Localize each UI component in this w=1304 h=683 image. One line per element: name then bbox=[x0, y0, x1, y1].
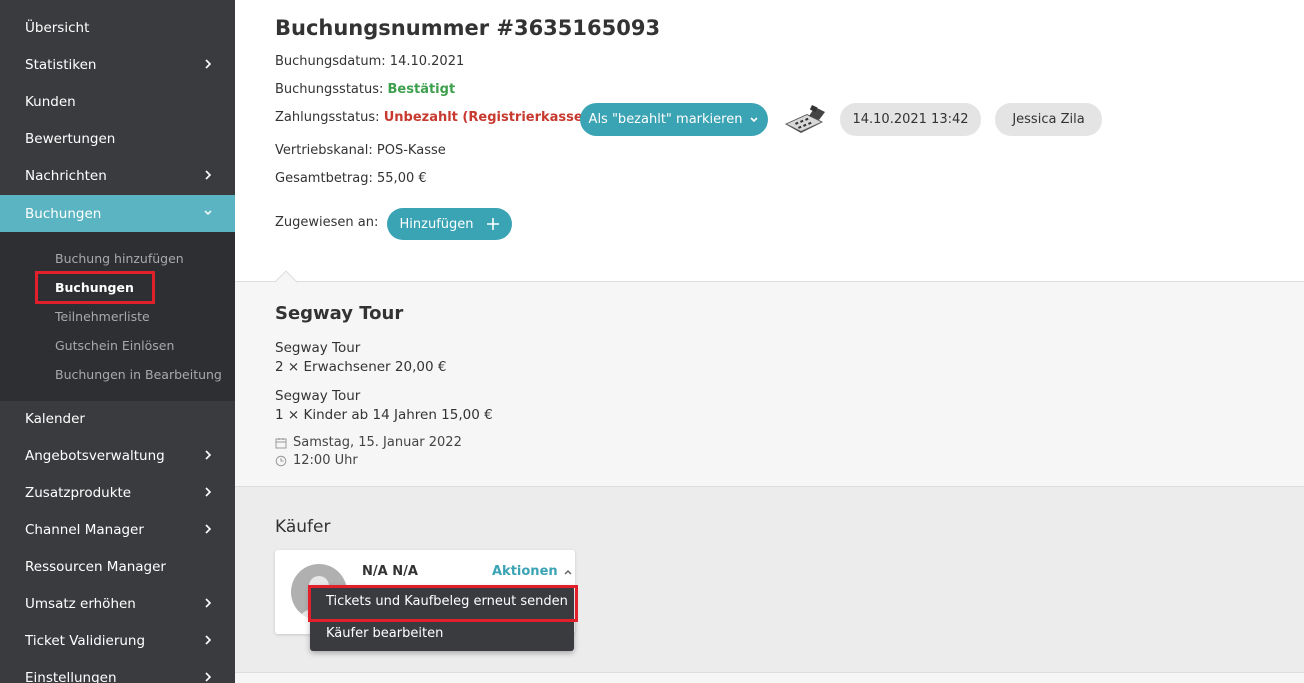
sidebar-item-channel-manager[interactable]: Channel Manager bbox=[0, 511, 235, 548]
tour-line-detail: 2 × Erwachsener 20,00 € bbox=[275, 359, 447, 375]
sales-channel: Vertriebskanal: POS-Kasse bbox=[275, 143, 446, 158]
tour-title: Segway Tour bbox=[275, 303, 404, 324]
payment-status-label: Zahlungsstatus: bbox=[275, 110, 380, 125]
total-amount-label: Gesamtbetrag: bbox=[275, 171, 373, 186]
buyer-name: N/A N/A bbox=[362, 564, 418, 579]
chevron-right-icon bbox=[201, 448, 215, 462]
user-badge: Jessica Zila bbox=[995, 103, 1102, 136]
tour-time-value: 12:00 Uhr bbox=[293, 453, 358, 468]
sidebar-submenu-buchungen: Buchung hinzufügen Buchungen Teilnehmerl… bbox=[0, 232, 235, 401]
tour-date: Samstag, 15. Januar 2022 bbox=[275, 435, 462, 450]
sidebar-item-label: Angebotsverwaltung bbox=[25, 447, 165, 464]
edit-buyer-menu-item[interactable]: Käufer bearbeiten bbox=[326, 626, 443, 641]
sidebar-item-label: Statistiken bbox=[25, 56, 97, 73]
sidebar-item-label: Bewertungen bbox=[25, 130, 116, 147]
payment-status-value: Unbezahlt (Registrierkasse) bbox=[383, 110, 589, 125]
chevron-right-icon bbox=[201, 670, 215, 683]
chevron-right-icon bbox=[201, 57, 215, 71]
main-content: Buchungsnummer #3635165093 Buchungsdatum… bbox=[235, 0, 1304, 683]
sidebar-item-label: Channel Manager bbox=[25, 521, 144, 538]
sidebar-item-ressourcen-manager[interactable]: Ressourcen Manager bbox=[0, 548, 235, 585]
sidebar-item-kalender[interactable]: Kalender bbox=[0, 400, 235, 437]
sidebar-item-buchungen[interactable]: Buchungen bbox=[0, 195, 235, 232]
payment-status: Zahlungsstatus: Unbezahlt (Registrierkas… bbox=[275, 110, 589, 125]
clock-icon bbox=[275, 455, 287, 467]
mark-paid-button[interactable]: Als "bezahlt" markieren bbox=[580, 103, 768, 136]
chevron-right-icon bbox=[201, 168, 215, 182]
divider bbox=[235, 486, 1304, 487]
tour-line-name: Segway Tour bbox=[275, 340, 361, 356]
sales-channel-value: POS-Kasse bbox=[376, 143, 446, 158]
sidebar: Übersicht Statistiken Kunden Bewertungen… bbox=[0, 0, 235, 683]
chevron-down-icon bbox=[749, 116, 759, 124]
sidebar-item-label: Nachrichten bbox=[25, 167, 107, 184]
submenu-item-buchung-hinzufuegen[interactable]: Buchung hinzufügen bbox=[55, 251, 184, 266]
sidebar-item-label: Ressourcen Manager bbox=[25, 558, 166, 575]
sidebar-item-ticket-validierung[interactable]: Ticket Validierung bbox=[0, 622, 235, 659]
total-amount-value: 55,00 € bbox=[377, 171, 427, 186]
sidebar-item-label: Umsatz erhöhen bbox=[25, 595, 136, 612]
next-section bbox=[235, 673, 1304, 683]
chevron-right-icon bbox=[201, 596, 215, 610]
chevron-down-icon bbox=[201, 206, 215, 220]
chevron-right-icon bbox=[201, 522, 215, 536]
chevron-right-icon bbox=[201, 485, 215, 499]
tour-line-name: Segway Tour bbox=[275, 388, 361, 404]
tour-time: 12:00 Uhr bbox=[275, 453, 358, 468]
sidebar-item-zusatzprodukte[interactable]: Zusatzprodukte bbox=[0, 474, 235, 511]
tour-date-value: Samstag, 15. Januar 2022 bbox=[293, 435, 462, 450]
sidebar-item-label: Kunden bbox=[25, 93, 76, 110]
mark-paid-button-label: Als "bezahlt" markieren bbox=[588, 112, 743, 127]
chevron-up-icon bbox=[563, 568, 573, 576]
calendar-icon bbox=[275, 437, 287, 449]
sidebar-item-label: Einstellungen bbox=[25, 669, 117, 683]
add-assignee-button-label: Hinzufügen bbox=[399, 216, 474, 232]
sidebar-item-einstellungen[interactable]: Einstellungen bbox=[0, 659, 235, 683]
sidebar-item-label: Zusatzprodukte bbox=[25, 484, 132, 501]
assigned-label: Zugewiesen an: bbox=[275, 215, 379, 230]
sidebar-item-angebotsverwaltung[interactable]: Angebotsverwaltung bbox=[0, 437, 235, 474]
submenu-item-buchungen[interactable]: Buchungen bbox=[55, 280, 134, 295]
sidebar-item-label: Ticket Validierung bbox=[25, 632, 146, 649]
booking-status-label: Buchungsstatus: bbox=[275, 82, 384, 97]
resend-tickets-menu-item[interactable]: Tickets und Kaufbeleg erneut senden bbox=[326, 594, 568, 609]
actions-dropdown-menu: Tickets und Kaufbeleg erneut senden Käuf… bbox=[310, 586, 574, 651]
divider bbox=[235, 281, 1304, 282]
sidebar-item-statistiken[interactable]: Statistiken bbox=[0, 46, 235, 83]
sidebar-item-label: Buchungen bbox=[25, 205, 102, 222]
add-assignee-button[interactable]: Hinzufügen bbox=[387, 208, 512, 240]
booking-date: Buchungsdatum: 14.10.2021 bbox=[275, 54, 464, 69]
booking-date-label: Buchungsdatum: bbox=[275, 54, 386, 69]
booking-status-value: Bestätigt bbox=[387, 82, 456, 97]
actions-toggle[interactable]: Aktionen bbox=[492, 564, 573, 579]
sidebar-item-label: Kalender bbox=[25, 410, 85, 427]
submenu-item-buchungen-in-bearbeitung[interactable]: Buchungen in Bearbeitung bbox=[55, 367, 222, 382]
sidebar-item-label: Übersicht bbox=[25, 19, 90, 36]
submenu-item-teilnehmerliste[interactable]: Teilnehmerliste bbox=[55, 309, 150, 324]
booking-date-value: 14.10.2021 bbox=[389, 54, 465, 69]
chevron-right-icon bbox=[201, 633, 215, 647]
sidebar-item-uebersicht[interactable]: Übersicht bbox=[0, 9, 235, 46]
tour-line-detail: 1 × Kinder ab 14 Jahren 15,00 € bbox=[275, 407, 493, 423]
submenu-item-gutschein-einloesen[interactable]: Gutschein Einlösen bbox=[55, 338, 174, 353]
total-amount: Gesamtbetrag: 55,00 € bbox=[275, 171, 427, 186]
actions-toggle-label: Aktionen bbox=[492, 564, 558, 579]
buyer-heading: Käufer bbox=[275, 517, 331, 537]
page-title: Buchungsnummer #3635165093 bbox=[275, 16, 661, 40]
sidebar-item-nachrichten[interactable]: Nachrichten bbox=[0, 157, 235, 194]
timestamp-badge: 14.10.2021 13:42 bbox=[840, 103, 981, 136]
sidebar-item-bewertungen[interactable]: Bewertungen bbox=[0, 120, 235, 157]
sidebar-item-umsatz-erhoehen[interactable]: Umsatz erhöhen bbox=[0, 585, 235, 622]
cash-register-icon bbox=[781, 104, 827, 136]
sales-channel-label: Vertriebskanal: bbox=[275, 143, 373, 158]
sidebar-item-kunden[interactable]: Kunden bbox=[0, 83, 235, 120]
booking-status: Buchungsstatus: Bestätigt bbox=[275, 82, 455, 97]
plus-icon bbox=[486, 217, 500, 231]
